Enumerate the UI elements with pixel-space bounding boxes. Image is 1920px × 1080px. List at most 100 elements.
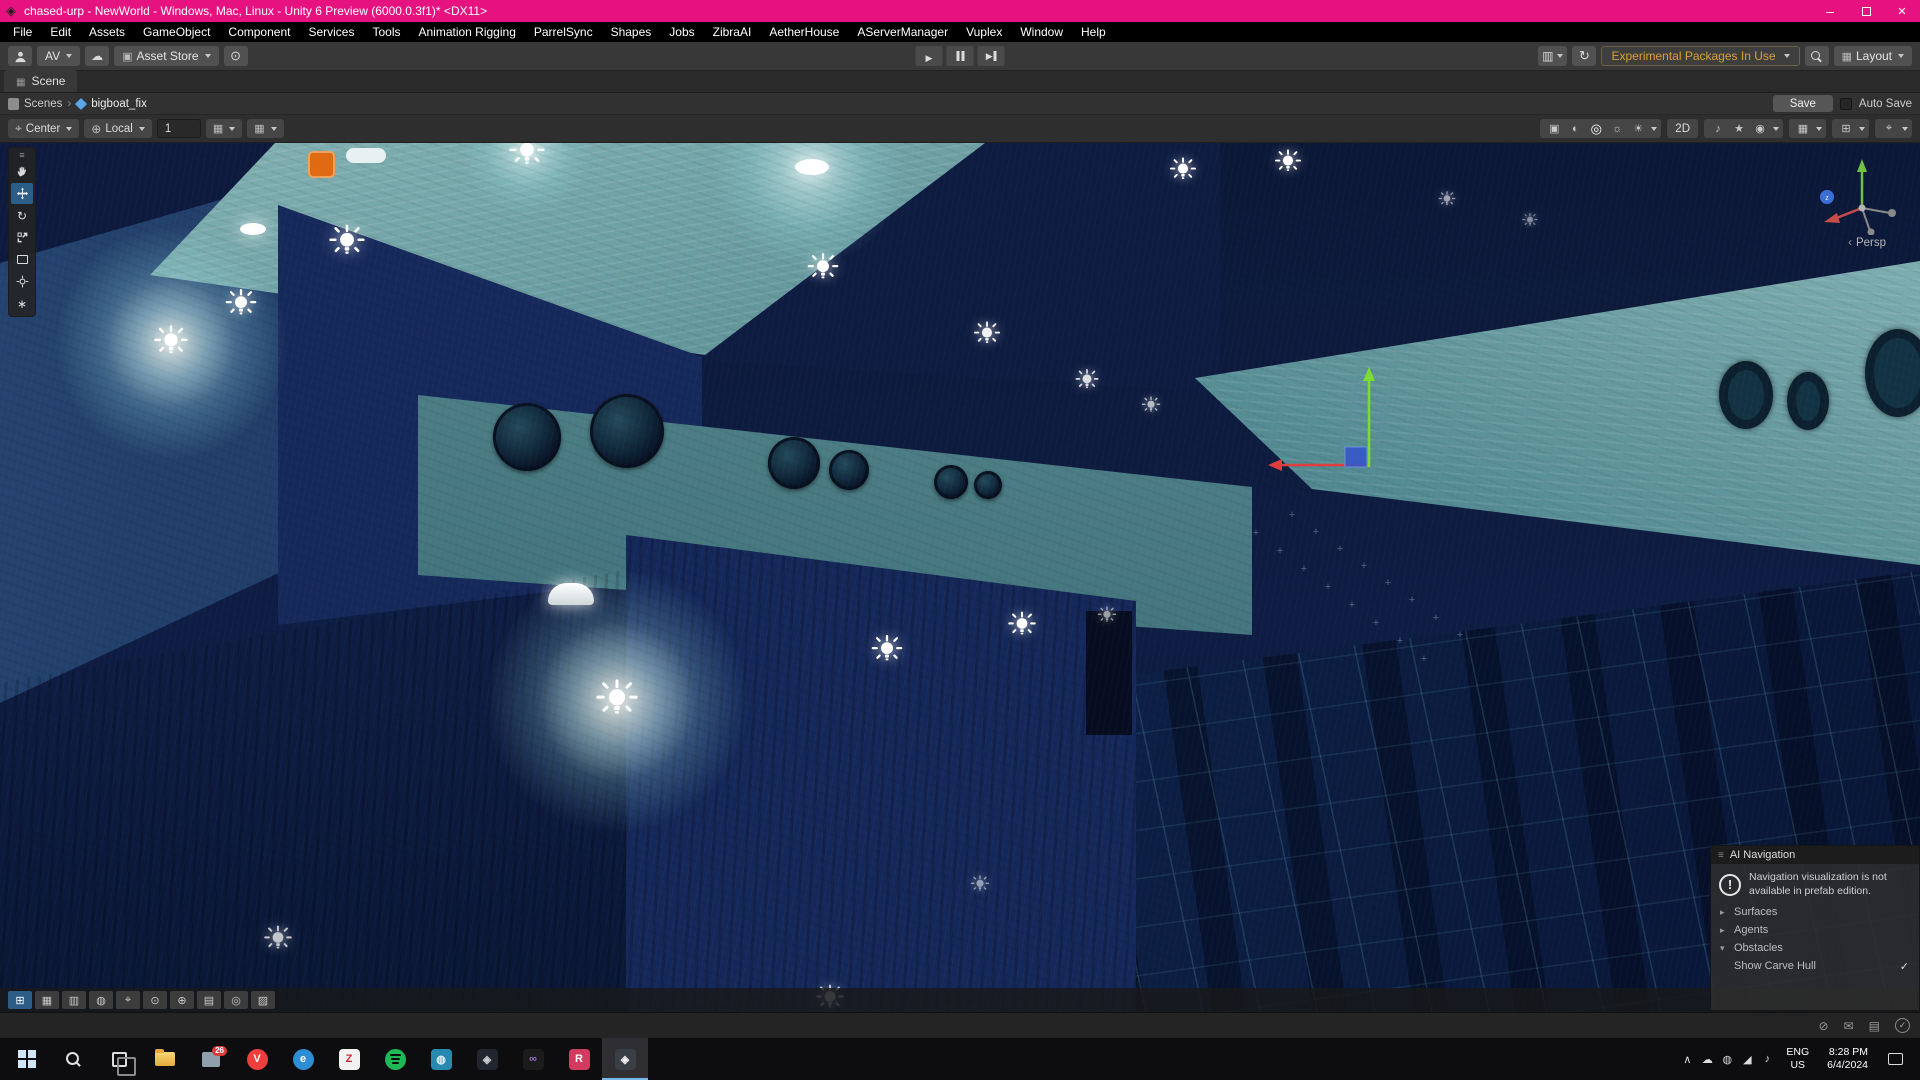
search-button[interactable] [1805, 46, 1829, 66]
orbit-tool[interactable]: ◎ [224, 991, 248, 1009]
move-gizmo[interactable] [1258, 367, 1388, 497]
chevron-up-icon[interactable]: ∧ [1677, 1053, 1697, 1066]
light-gizmo[interactable] [1438, 191, 1457, 210]
light-gizmo[interactable] [1274, 149, 1303, 178]
package-icon[interactable]: ▤ [1869, 1019, 1880, 1033]
language-indicator[interactable]: ENG US [1777, 1046, 1818, 1071]
move-tool[interactable] [11, 183, 33, 204]
spotify-button[interactable] [372, 1038, 418, 1080]
orientation-dropdown[interactable]: Local [84, 119, 152, 138]
sun-icon[interactable]: ☀ [1628, 119, 1648, 138]
2d-toggle[interactable]: 2D [1667, 119, 1698, 138]
orientation-gizmo[interactable]: z [1814, 151, 1898, 235]
menu-item-aetherhouse[interactable]: AetherHouse [760, 22, 848, 42]
chevron-down-icon[interactable] [1816, 127, 1822, 131]
play-button[interactable] [916, 46, 943, 66]
ai-nav-row-agents[interactable]: ▸Agents [1711, 921, 1919, 939]
cloud-icon[interactable]: ☁ [1697, 1053, 1717, 1066]
notifications-muted-icon[interactable]: ⊘ [1819, 1019, 1829, 1033]
transform-tool[interactable] [11, 271, 33, 292]
light-gizmo[interactable] [327, 223, 366, 262]
asset-store-dropdown[interactable]: Asset Store [114, 46, 218, 66]
orange-prefab-marker[interactable] [308, 151, 335, 178]
ai-nav-row-obstacles[interactable]: ▾Obstacles [1711, 939, 1919, 957]
menu-item-window[interactable]: Window [1011, 22, 1072, 42]
console-icon[interactable]: ✉ [1844, 1019, 1854, 1033]
layout-dropdown[interactable]: Layout [1834, 46, 1912, 66]
snap-icon[interactable]: ⊞ [1836, 119, 1856, 138]
flythrough-tool[interactable]: ⌖ [116, 991, 140, 1009]
light-gizmo[interactable] [1169, 157, 1198, 186]
rotate-tool[interactable]: ↻ [11, 205, 33, 226]
visual-studio-button[interactable]: ∞ [510, 1038, 556, 1080]
breadcrumb-current[interactable]: bigboat_fix [91, 98, 147, 110]
menu-item-animation-rigging[interactable]: Animation Rigging [409, 22, 524, 42]
edge-button[interactable]: e [280, 1038, 326, 1080]
search-button[interactable] [50, 1038, 96, 1080]
history-button[interactable] [1572, 46, 1596, 66]
gizmos-icon[interactable]: ⌖ [1879, 119, 1899, 138]
menu-item-shapes[interactable]: Shapes [602, 22, 661, 42]
view-pan-tool[interactable]: ⊞ [8, 991, 32, 1009]
mail-button[interactable]: 26 [188, 1038, 234, 1080]
task-view-button[interactable] [96, 1038, 142, 1080]
rect-tool[interactable] [11, 249, 33, 270]
light-gizmo[interactable] [970, 875, 990, 895]
light-gizmo[interactable] [152, 324, 189, 361]
frame-icon[interactable]: ▣ [1544, 119, 1564, 138]
frame-tool[interactable]: ⊕ [170, 991, 194, 1009]
zotero-button[interactable]: Z [326, 1038, 372, 1080]
close-button[interactable] [1884, 0, 1920, 22]
save-button[interactable]: Save [1773, 95, 1833, 112]
autosave-checkbox[interactable] [1840, 98, 1852, 110]
grid-overlay-tool[interactable]: ▦ [35, 991, 59, 1009]
menu-item-jobs[interactable]: Jobs [660, 22, 703, 42]
audio-icon[interactable]: ♪ [1708, 119, 1728, 138]
notification-center-button[interactable] [1877, 1053, 1913, 1065]
media-app-button[interactable]: ◍ [418, 1038, 464, 1080]
menu-item-vuplex[interactable]: Vuplex [957, 22, 1011, 42]
account-avatar[interactable] [8, 46, 32, 66]
snap-increment-dropdown[interactable] [247, 119, 283, 138]
light-gizmo[interactable] [973, 321, 1002, 350]
pause-button[interactable] [947, 46, 974, 66]
minimize-button[interactable] [1812, 0, 1848, 22]
grid-size-field[interactable]: 1 [157, 119, 201, 138]
skybox-icon[interactable]: ◎ [1586, 119, 1606, 138]
menu-item-zibraai[interactable]: ZibraAI [704, 22, 761, 42]
progress-check-icon[interactable] [1895, 1018, 1910, 1033]
tools-overlay-handle[interactable] [11, 150, 33, 160]
layers-view-tool[interactable]: ▤ [197, 991, 221, 1009]
light-gizmo[interactable] [594, 678, 640, 724]
unity-hub-button[interactable]: ◈ [464, 1038, 510, 1080]
menu-item-component[interactable]: Component [219, 22, 299, 42]
menu-item-parrelsync[interactable]: ParrelSync [525, 22, 602, 42]
visibility-icon[interactable]: ◉ [1750, 119, 1770, 138]
menu-item-help[interactable]: Help [1072, 22, 1115, 42]
wireframe-tool[interactable]: ▥ [62, 991, 86, 1009]
perspective-label[interactable]: Persp [1848, 237, 1886, 249]
light-gizmo[interactable] [1074, 368, 1100, 394]
start-button[interactable] [4, 1038, 50, 1080]
pivot-mode-dropdown[interactable]: Center [8, 119, 79, 138]
breadcrumb-root[interactable]: Scenes [24, 98, 62, 110]
custom-tool[interactable]: ∗ [11, 293, 33, 314]
tab-scene[interactable]: Scene [4, 70, 77, 92]
light-gizmo[interactable] [806, 252, 840, 286]
shield-icon[interactable]: ◍ [1717, 1053, 1737, 1066]
zoom-tool[interactable]: ⊙ [143, 991, 167, 1009]
light-gizmo[interactable] [1522, 213, 1539, 230]
rider-button[interactable]: R [556, 1038, 602, 1080]
grid-icon[interactable]: ▦ [1793, 119, 1813, 138]
shaded-icon[interactable]: ◐ [1565, 119, 1585, 138]
account-dropdown[interactable]: AV [37, 46, 80, 66]
volume-icon[interactable]: ♪ [1757, 1053, 1777, 1066]
light-gizmo[interactable] [224, 288, 258, 322]
menu-item-file[interactable]: File [4, 22, 41, 42]
ai-navigation-header[interactable]: AI Navigation [1711, 846, 1919, 864]
chevron-down-icon[interactable] [1902, 127, 1908, 131]
capture-tool[interactable]: ▨ [251, 991, 275, 1009]
menu-item-edit[interactable]: Edit [41, 22, 80, 42]
unity-editor-button[interactable]: ◈ [602, 1038, 648, 1080]
effects-icon[interactable]: ★ [1729, 119, 1749, 138]
